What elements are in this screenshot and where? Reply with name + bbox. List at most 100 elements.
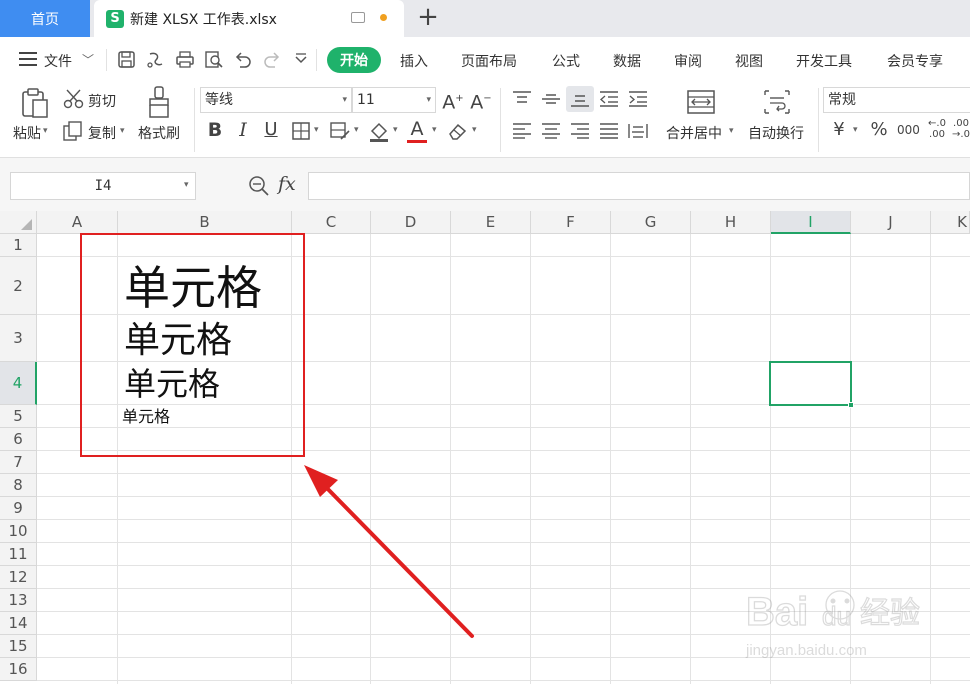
- clear-format-icon[interactable]: [447, 121, 469, 141]
- paste-dropdown-icon[interactable]: ▾: [43, 126, 48, 136]
- bold-icon[interactable]: B: [205, 120, 225, 140]
- align-left-icon[interactable]: [511, 122, 533, 140]
- cut-button[interactable]: 剪切: [88, 91, 116, 111]
- thousands-separator-icon[interactable]: 000: [897, 120, 920, 140]
- fill-handle[interactable]: [848, 402, 854, 408]
- chevron-down-icon[interactable]: ﹀: [82, 51, 94, 68]
- print-icon[interactable]: [175, 50, 195, 69]
- align-bottom-icon[interactable]: [569, 90, 591, 108]
- underline-icon[interactable]: U: [261, 120, 281, 140]
- row-header-7[interactable]: 7: [0, 451, 37, 474]
- undo-icon[interactable]: [233, 50, 253, 69]
- row-header-13[interactable]: 13: [0, 589, 37, 612]
- decrease-font-icon[interactable]: A−: [470, 89, 492, 112]
- number-format-select[interactable]: 常规: [823, 87, 970, 113]
- tab-view[interactable]: 视图: [735, 51, 763, 71]
- copy-dropdown-icon[interactable]: ▾: [120, 126, 125, 136]
- tab-data[interactable]: 数据: [613, 51, 641, 71]
- save-icon[interactable]: [117, 50, 136, 69]
- increase-font-icon[interactable]: A+: [442, 89, 464, 112]
- fx-icon[interactable]: fx: [278, 173, 296, 195]
- home-tab[interactable]: 首页: [0, 0, 90, 37]
- spreadsheet-grid[interactable]: A B C D E F G H I J K 1 2 3 4 5 6 7 8 9 …: [0, 211, 970, 684]
- font-name-select[interactable]: 等线 ▾: [200, 87, 352, 113]
- selected-cell-i4[interactable]: [769, 361, 852, 406]
- column-header-e[interactable]: E: [451, 211, 531, 234]
- column-header-c[interactable]: C: [292, 211, 371, 234]
- row-header-1[interactable]: 1: [0, 234, 37, 257]
- share-icon[interactable]: [146, 50, 166, 69]
- align-center-icon[interactable]: [540, 122, 562, 140]
- row-header-8[interactable]: 8: [0, 474, 37, 497]
- formula-input[interactable]: [308, 172, 970, 200]
- tab-member[interactable]: 会员专享: [887, 51, 943, 71]
- align-top-icon[interactable]: [511, 90, 533, 108]
- print-preview-icon[interactable]: [204, 50, 224, 69]
- row-header-4[interactable]: 4: [0, 362, 37, 405]
- align-middle-icon[interactable]: [540, 90, 562, 108]
- column-header-k[interactable]: K: [931, 211, 970, 234]
- zoom-formula-icon[interactable]: [248, 175, 270, 197]
- tab-insert[interactable]: 插入: [400, 51, 428, 71]
- column-header-j[interactable]: J: [851, 211, 931, 234]
- column-header-b[interactable]: B: [118, 211, 292, 234]
- copy-button[interactable]: 复制: [88, 123, 116, 143]
- currency-dropdown-icon[interactable]: ▾: [853, 125, 858, 135]
- row-header-6[interactable]: 6: [0, 428, 37, 451]
- merge-center-button[interactable]: 合并居中: [666, 123, 722, 143]
- hamburger-icon[interactable]: [19, 52, 37, 66]
- format-painter-button[interactable]: 格式刷: [138, 123, 180, 143]
- borders-dropdown-icon[interactable]: ▾: [314, 125, 319, 135]
- document-tab[interactable]: S 新建 XLSX 工作表.xlsx: [94, 0, 404, 37]
- row-header-14[interactable]: 14: [0, 612, 37, 635]
- row-header-9[interactable]: 9: [0, 497, 37, 520]
- font-color-dropdown-icon[interactable]: ▾: [432, 125, 437, 135]
- clear-format-dropdown-icon[interactable]: ▾: [472, 125, 477, 135]
- increase-indent-icon[interactable]: [627, 90, 649, 108]
- name-box[interactable]: I4: [10, 172, 196, 200]
- tab-start[interactable]: 开始: [327, 47, 381, 73]
- column-header-i[interactable]: I: [771, 211, 851, 234]
- row-header-2[interactable]: 2: [0, 257, 37, 315]
- tab-formulas[interactable]: 公式: [552, 51, 580, 71]
- decrease-indent-icon[interactable]: [598, 90, 620, 108]
- column-header-g[interactable]: G: [611, 211, 691, 234]
- column-header-f[interactable]: F: [531, 211, 611, 234]
- decrease-decimal-icon[interactable]: .00 →.0: [952, 118, 970, 140]
- file-menu[interactable]: 文件: [44, 51, 72, 71]
- row-header-10[interactable]: 10: [0, 520, 37, 543]
- cell-style-icon[interactable]: [329, 121, 351, 141]
- italic-icon[interactable]: I: [233, 120, 253, 140]
- paste-icon[interactable]: [20, 87, 50, 119]
- cell-style-dropdown-icon[interactable]: ▾: [354, 125, 359, 135]
- align-right-icon[interactable]: [569, 122, 591, 140]
- font-color-icon[interactable]: A: [407, 119, 427, 143]
- percent-icon[interactable]: %: [869, 120, 889, 140]
- justify-icon[interactable]: [598, 122, 620, 140]
- column-header-a[interactable]: A: [37, 211, 118, 234]
- tab-page-layout[interactable]: 页面布局: [461, 51, 517, 71]
- currency-icon[interactable]: ¥: [830, 120, 848, 140]
- tab-developer[interactable]: 开发工具: [796, 51, 852, 71]
- increase-decimal-icon[interactable]: ←.0.00: [927, 118, 947, 140]
- row-header-3[interactable]: 3: [0, 315, 37, 362]
- row-header-5[interactable]: 5: [0, 405, 37, 428]
- name-box-dropdown-icon[interactable]: ▾: [184, 180, 189, 190]
- wrap-text-button[interactable]: 自动换行: [748, 123, 804, 143]
- paste-button[interactable]: 粘贴: [13, 123, 41, 143]
- customize-dropdown-icon[interactable]: [293, 53, 309, 67]
- fill-color-icon[interactable]: [368, 120, 390, 142]
- new-tab-button[interactable]: +: [414, 4, 442, 32]
- row-header-12[interactable]: 12: [0, 566, 37, 589]
- select-all-corner[interactable]: [0, 211, 37, 234]
- merge-dropdown-icon[interactable]: ▾: [729, 126, 734, 136]
- row-header-15[interactable]: 15: [0, 635, 37, 658]
- monitor-icon[interactable]: [351, 12, 365, 23]
- borders-icon[interactable]: [291, 121, 311, 141]
- column-header-h[interactable]: H: [691, 211, 771, 234]
- distributed-align-icon[interactable]: [627, 122, 649, 140]
- row-header-16[interactable]: 16: [0, 658, 37, 681]
- tab-review[interactable]: 审阅: [674, 51, 702, 71]
- column-header-d[interactable]: D: [371, 211, 451, 234]
- font-size-select[interactable]: 11 ▾: [352, 87, 436, 113]
